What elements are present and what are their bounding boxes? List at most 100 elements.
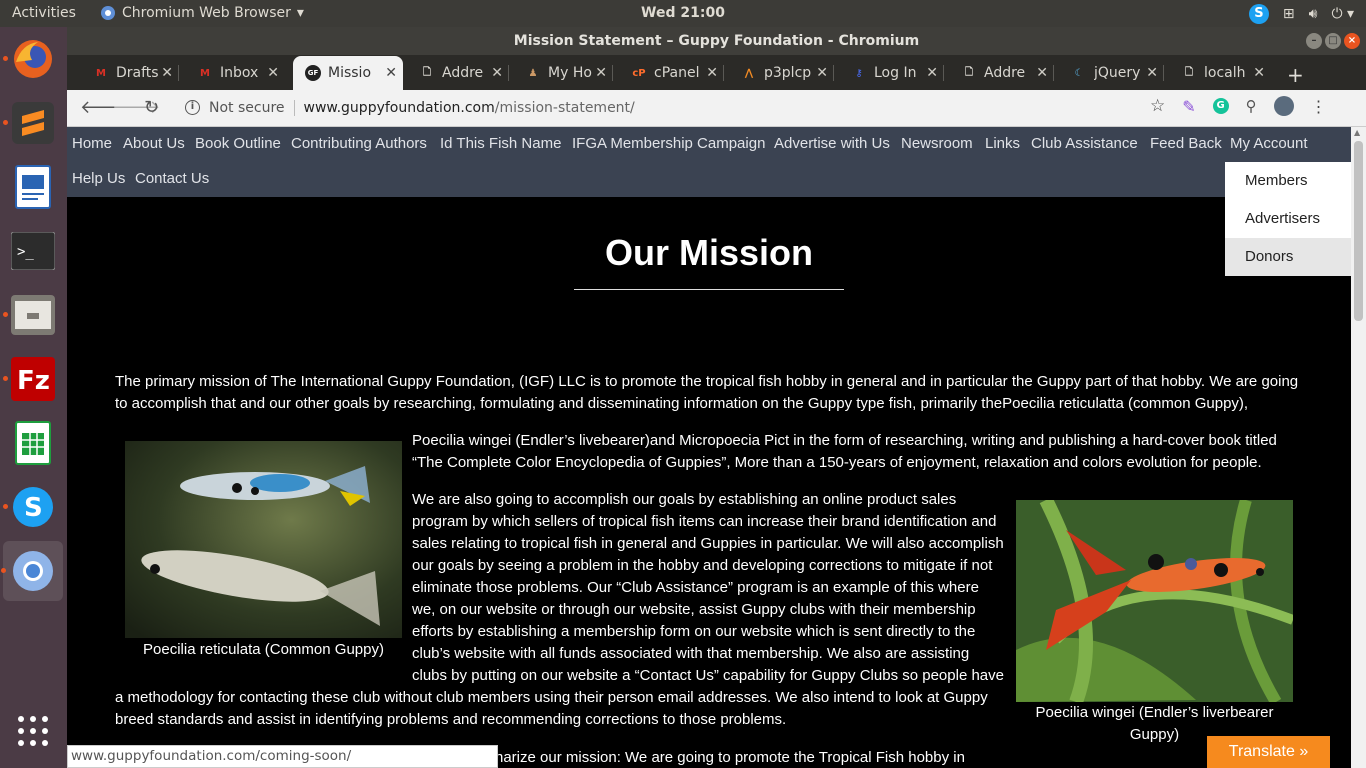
menu-contributing-authors[interactable]: Contributing Authors [291, 135, 427, 152]
profile-avatar[interactable] [1273, 96, 1294, 116]
menu-home[interactable]: Home [72, 135, 112, 152]
skype-launcher[interactable]: S [3, 483, 57, 531]
clock[interactable]: Wed 21:00 [0, 5, 1366, 21]
tab-strip: M Drafts ✕ M Inbox ✕ GF Missio ✕ 🗋︎ Addre ✕ ♟ My … [67, 55, 1366, 90]
intro-paragraph: The primary mission of The International… [115, 373, 1299, 412]
close-tab-icon[interactable]: ✕ [1036, 65, 1048, 81]
tab-inbox[interactable]: M Inbox ✕ [185, 56, 285, 90]
eyedropper-icon[interactable]: ⚲ [1246, 97, 1257, 115]
svg-text:>_: >_ [17, 244, 34, 260]
scrollbar-thumb[interactable] [1354, 141, 1363, 321]
tab-localhost[interactable]: 🗋︎ localh ✕ [1169, 56, 1271, 90]
common-guppy-image [125, 441, 402, 638]
bookmark-star-icon[interactable]: ☆ [1150, 96, 1165, 116]
info-icon[interactable]: i [185, 100, 200, 115]
close-window-button[interactable]: × [1344, 33, 1360, 49]
sublime-launcher[interactable] [3, 99, 57, 147]
login-icon: ⚷ [855, 67, 863, 79]
chromium-icon [13, 551, 53, 591]
running-indicator [3, 312, 8, 317]
menu-book-outline[interactable]: Book Outline [195, 135, 281, 152]
tab-address-2[interactable]: 🗋︎ Addre ✕ [949, 56, 1054, 90]
tab-cpanel[interactable]: cP cPanel ✕ [619, 56, 724, 90]
menu-contact-us[interactable]: Contact Us [135, 170, 209, 187]
close-tab-icon[interactable]: ✕ [161, 65, 173, 81]
menu-about-us[interactable]: About Us [123, 135, 185, 152]
cpanel-icon: cP [632, 67, 646, 79]
dropdown-advertisers[interactable]: Advertisers [1245, 210, 1320, 227]
paragraph-summary: narize our mission: We are going to prom… [495, 749, 965, 766]
terminal-launcher[interactable]: >_ [9, 227, 57, 275]
close-tab-icon[interactable]: ✕ [491, 65, 503, 81]
skype-tray-icon[interactable]: S [1248, 4, 1269, 24]
page-scrollbar[interactable]: ▲ [1351, 127, 1366, 768]
close-tab-icon[interactable]: ✕ [595, 65, 607, 81]
chromium-launcher[interactable] [1, 541, 63, 601]
filezilla-icon: Fz [11, 357, 55, 401]
menu-newsroom[interactable]: Newsroom [901, 135, 973, 152]
main-menu: Home About Us Book Outline Contributing … [67, 127, 1351, 197]
endler-guppy-image [1016, 500, 1293, 702]
menu-id-this-fish-name[interactable]: Id This Fish Name [440, 135, 561, 152]
minimize-button[interactable]: – [1306, 33, 1322, 49]
menu-feed-back[interactable]: Feed Back [1150, 135, 1222, 152]
menu-advertise-with-us[interactable]: Advertise with Us [774, 135, 890, 152]
menu-help-us[interactable]: Help Us [72, 170, 125, 187]
site-icon: ♟ [528, 67, 538, 79]
address-bar[interactable]: i Not secure www.guppyfoundation.com/mis… [178, 95, 1178, 121]
tab-mission-active[interactable]: GF Missio ✕ [293, 56, 403, 90]
close-tab-icon[interactable]: ✕ [816, 65, 828, 81]
tab-address[interactable]: 🗋︎ Addre ✕ [407, 56, 509, 90]
reload-icon[interactable]: ↻ [144, 97, 159, 118]
calc-launcher[interactable] [9, 419, 57, 467]
close-tab-icon[interactable]: ✕ [1253, 65, 1265, 81]
menu-ifga-membership-campaign[interactable]: IFGA Membership Campaign [572, 135, 765, 152]
url-host: www.guppyfoundation.com [303, 100, 495, 116]
menu-my-account[interactable]: My Account [1230, 135, 1308, 152]
tab-jquery[interactable]: ☾ jQuery ✕ [1059, 56, 1164, 90]
menu-dots-icon[interactable]: ⋮ [1311, 97, 1327, 116]
svg-text:Fz: Fz [17, 366, 50, 396]
translate-button[interactable]: Translate » [1207, 736, 1330, 768]
writer-launcher[interactable] [9, 163, 57, 211]
show-applications-button[interactable] [9, 707, 57, 755]
menu-links[interactable]: Links [985, 135, 1020, 152]
close-tab-icon[interactable]: ✕ [267, 65, 279, 81]
close-tab-icon[interactable]: ✕ [706, 65, 718, 81]
grammarly-icon[interactable]: G [1212, 98, 1229, 114]
maximize-button[interactable]: □ [1325, 33, 1341, 49]
close-tab-icon[interactable]: ✕ [1146, 65, 1158, 81]
paragraph-goals: We are also going to accomplish our goal… [412, 491, 1004, 684]
files-launcher[interactable] [3, 291, 57, 339]
caption-common-guppy: Poecilia reticulata (Common Guppy) [143, 641, 384, 658]
tab-log-in[interactable]: ⚷ Log In ✕ [839, 56, 944, 90]
tab-title: jQuery [1094, 65, 1141, 81]
paragraph-book: Poecilia wingei (Endler’s livebearer)and… [412, 432, 1277, 471]
running-indicator [1, 568, 6, 573]
dropdown-members[interactable]: Members [1245, 172, 1308, 189]
libreoffice-calc-icon [15, 421, 51, 465]
system-tray[interactable]: S ⊞ 🔊︎ ⏻ ▾ [1248, 4, 1354, 24]
libreoffice-writer-icon [15, 165, 51, 209]
tab-title: cPanel [654, 65, 700, 81]
scroll-up-arrow-icon[interactable]: ▲ [1354, 128, 1360, 137]
launcher-dock: >_ Fz S [0, 27, 67, 768]
tab-my-home[interactable]: ♟ My Ho ✕ [513, 56, 613, 90]
new-tab-button[interactable]: + [1287, 63, 1304, 87]
volume-icon[interactable]: 🔊︎ [1309, 6, 1318, 22]
menu-club-assistance[interactable]: Club Assistance [1031, 135, 1138, 152]
network-icon[interactable]: ⊞ [1283, 6, 1295, 22]
close-tab-icon[interactable]: ✕ [385, 65, 397, 81]
tab-p3plcp[interactable]: ⋀ p3plcp ✕ [729, 56, 834, 90]
power-icon[interactable]: ⏻ ▾ [1331, 6, 1354, 22]
tab-drafts[interactable]: M Drafts ✕ [81, 56, 179, 90]
firefox-launcher[interactable] [3, 35, 57, 83]
window-title: Mission Statement – Guppy Foundation - C… [513, 33, 920, 49]
tab-title: Addre [984, 65, 1026, 81]
filezilla-launcher[interactable]: Fz [3, 355, 57, 403]
close-tab-icon[interactable]: ✕ [926, 65, 938, 81]
url-path: /mission-statement/ [494, 100, 635, 116]
pen-extension-icon[interactable]: ✎ [1182, 97, 1195, 116]
gmail-icon: M [200, 67, 210, 79]
gmail-icon: M [96, 67, 106, 79]
